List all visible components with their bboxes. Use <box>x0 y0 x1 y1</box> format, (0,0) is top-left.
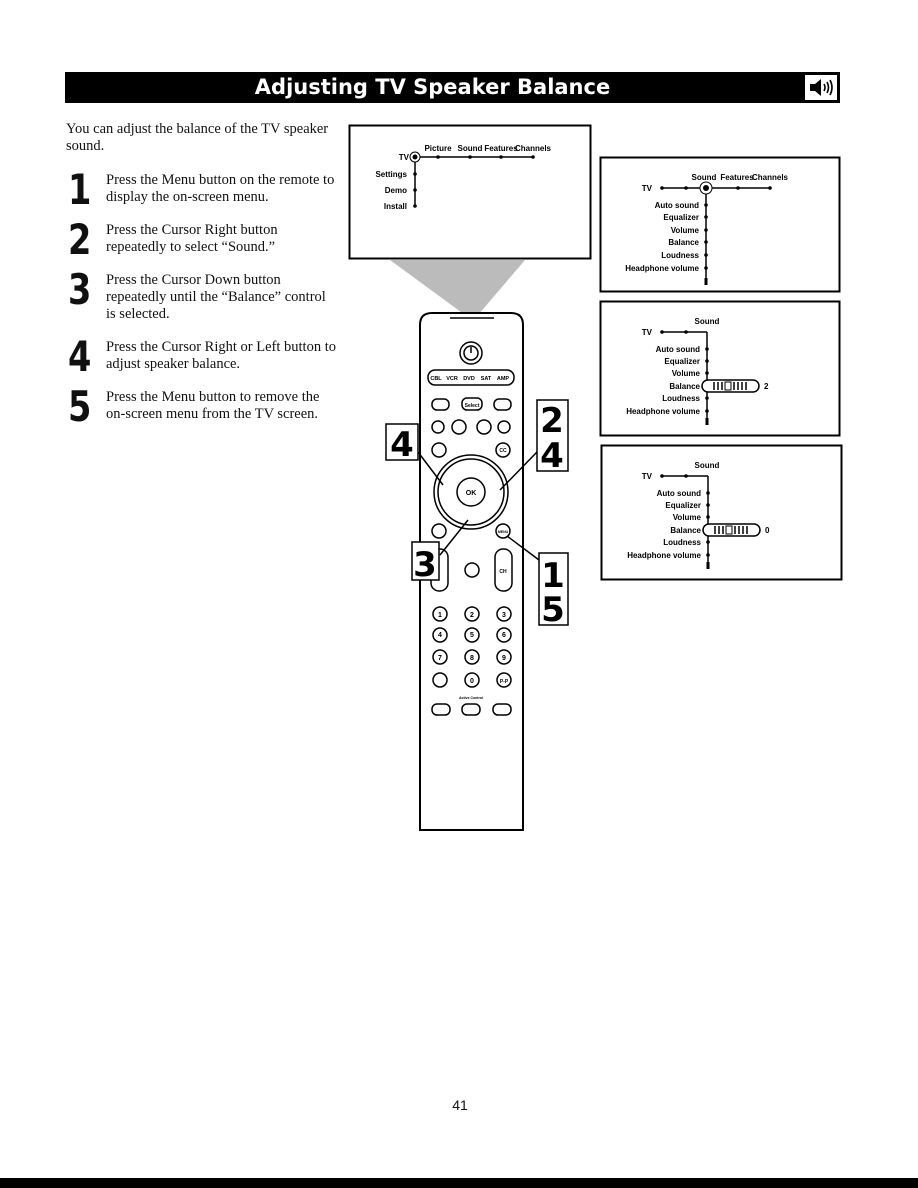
menu-item: Demo <box>385 186 407 195</box>
balance-slider <box>701 379 760 393</box>
menu-tab: Channels <box>515 144 552 153</box>
menu-item: Auto sound <box>656 345 701 354</box>
menu-item: Headphone volume <box>627 551 701 560</box>
menu-item: Volume <box>673 513 702 522</box>
menu-item: Loudness <box>662 394 700 403</box>
digit-0: 0 <box>470 678 474 685</box>
menu-tab: Channels <box>752 173 789 182</box>
menu-root: TV <box>642 184 653 193</box>
menu-item: Balance <box>670 526 701 535</box>
menu-item: Volume <box>671 226 700 235</box>
select-label: Select <box>465 403 480 409</box>
balance-value: 0 <box>765 526 770 535</box>
callout-step-2: 2 <box>540 401 564 441</box>
menu-title: Sound <box>695 317 720 326</box>
menu-item: Settings <box>375 170 407 179</box>
pp-label: P-P <box>500 679 509 685</box>
callout-step-3: 3 <box>413 545 437 585</box>
menu-item: Equalizer <box>664 357 700 366</box>
menu-balance-0: Sound TV Auto sound Equalizer Volume Bal… <box>600 444 843 581</box>
menu-item: Install <box>384 202 407 211</box>
digit-4: 4 <box>438 632 442 639</box>
page-number: 41 <box>452 1097 468 1113</box>
digit-5: 5 <box>470 632 474 639</box>
cc-label: CC <box>499 448 507 454</box>
menu-root: TV <box>399 153 410 162</box>
source-amp: AMP <box>497 376 510 382</box>
illustrations: TV Picture Sound Features Channels Setti… <box>348 124 843 831</box>
menu-item: Volume <box>672 369 701 378</box>
menu-item: Equalizer <box>665 501 701 510</box>
digit-1: 1 <box>438 612 442 619</box>
source-dvd: DVD <box>463 376 475 382</box>
menu-item: Balance <box>669 382 700 391</box>
digit-9: 9 <box>502 655 506 662</box>
menu-root: TV <box>642 472 653 481</box>
menu-item: Auto sound <box>655 201 700 210</box>
menu-item: Loudness <box>661 251 699 260</box>
menu-tab: Picture <box>424 144 452 153</box>
menu-balance-2: Sound TV Auto sound Equalizer Volume Bal… <box>599 300 841 437</box>
menu-item: Headphone volume <box>626 407 700 416</box>
callout-step-5: 5 <box>541 590 565 630</box>
active-control-label: Active Control <box>459 696 483 700</box>
menu-tab: Features <box>484 144 518 153</box>
menu-tab: Sound <box>692 173 717 182</box>
callout-step-4-left: 4 <box>390 425 414 465</box>
menu-title: Sound <box>695 461 720 470</box>
source-cbl: CBL <box>430 376 442 382</box>
menu-item: Loudness <box>663 538 701 547</box>
menu-sound-selected: TV Sound Features Channels Auto sound Eq… <box>599 156 841 293</box>
menu-item: Balance <box>668 238 699 247</box>
source-sat: SAT <box>481 376 492 382</box>
ch-label: CH <box>499 569 507 575</box>
bottom-border <box>0 1178 918 1188</box>
digit-7: 7 <box>438 655 442 662</box>
menu-main: TV Picture Sound Features Channels Setti… <box>348 124 592 260</box>
menu-label: MENU <box>498 530 509 534</box>
callout-step-4-right: 4 <box>540 436 564 476</box>
menu-tab: Features <box>720 173 754 182</box>
digit-8: 8 <box>470 655 474 662</box>
balance-value: 2 <box>764 382 769 391</box>
ok-label: OK <box>466 490 477 497</box>
menu-item: Equalizer <box>663 213 699 222</box>
menu-item: Auto sound <box>657 489 702 498</box>
screen-projection <box>390 260 525 315</box>
menu-tab: Sound <box>458 144 483 153</box>
digit-2: 2 <box>470 612 474 619</box>
balance-slider <box>702 523 761 537</box>
digit-6: 6 <box>502 632 506 639</box>
menu-root: TV <box>642 328 653 337</box>
source-vcr: VCR <box>446 376 458 382</box>
menu-item: Headphone volume <box>625 264 699 273</box>
power-icon <box>459 341 483 365</box>
digit-3: 3 <box>502 612 506 619</box>
